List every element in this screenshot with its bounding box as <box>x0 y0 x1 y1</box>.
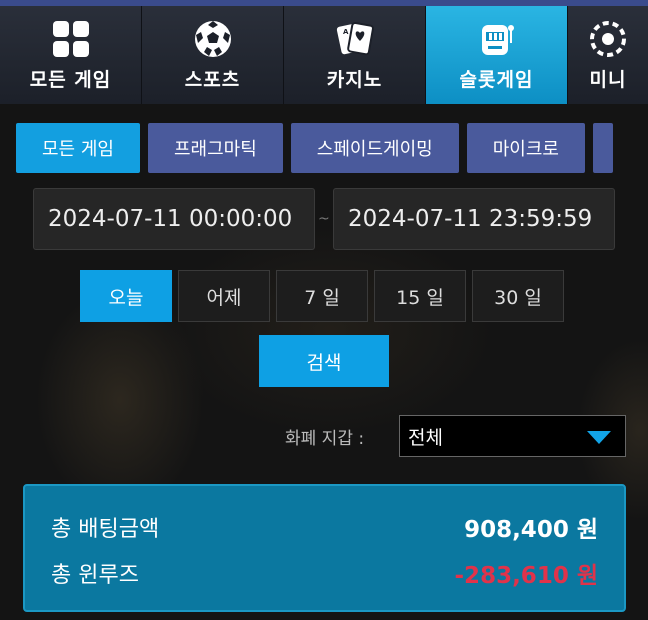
dropdown-arrow-icon <box>587 431 611 444</box>
end-date-input[interactable]: 2024-07-11 23:59:59 <box>333 188 615 250</box>
category-label: 스포츠 <box>184 68 241 91</box>
category-casino[interactable]: A 카지노 <box>284 6 426 104</box>
total-winloss-label: 총 윈루즈 <box>51 563 139 588</box>
category-label: 미니 <box>589 68 627 91</box>
currency-wallet-select[interactable]: 전체 <box>399 415 626 457</box>
category-label: 카지노 <box>326 68 383 91</box>
category-label: 슬롯게임 <box>459 68 534 91</box>
period-today-button[interactable]: 오늘 <box>80 270 172 322</box>
total-winloss-value: -283,610 원 <box>454 563 598 589</box>
vendor-tab-micro[interactable]: 마이크로 <box>466 123 585 173</box>
soccer-ball-icon <box>193 19 233 59</box>
currency-selected-value: 전체 <box>408 426 443 449</box>
start-date-input[interactable]: 2024-07-11 00:00:00 <box>33 188 315 250</box>
currency-wallet-label: 화폐 지갑 : <box>285 429 365 449</box>
summary-panel: 총 배팅금액 908,400 원 총 윈루즈 -283,610 원 <box>23 484 626 612</box>
slot-machine-icon <box>477 19 517 59</box>
period-7days-button[interactable]: 7 일 <box>276 270 368 322</box>
period-15days-button[interactable]: 15 일 <box>374 270 466 322</box>
date-range-separator: ~ <box>318 211 330 227</box>
category-nav: 모든 게임 스포츠 A 카지노 슬롯게임 미니 <box>0 0 648 104</box>
svg-text:A: A <box>343 28 349 36</box>
mini-game-icon <box>588 19 628 59</box>
vendor-tab-all[interactable]: 모든 게임 <box>16 123 140 173</box>
vendor-tab-spadegaming[interactable]: 스페이드게이밍 <box>290 123 459 173</box>
summary-row-total-bet: 총 배팅금액 908,400 원 <box>51 510 598 544</box>
category-slot-games[interactable]: 슬롯게임 <box>426 6 568 104</box>
vendor-tabs: 모든 게임 프래그마틱 스페이드게이밍 마이크로 <box>16 123 613 173</box>
category-sports[interactable]: 스포츠 <box>142 6 284 104</box>
grid-icon <box>51 19 91 59</box>
playing-cards-icon: A <box>335 19 375 59</box>
period-30days-button[interactable]: 30 일 <box>472 270 564 322</box>
vendor-tab-pragmatic[interactable]: 프래그마틱 <box>147 123 283 173</box>
vendor-tab-more[interactable] <box>592 123 613 173</box>
page: 모든 게임 스포츠 A 카지노 슬롯게임 미니 모든 게임 프래그마틱 스페이드… <box>0 0 648 620</box>
search-button[interactable]: 검색 <box>259 335 389 387</box>
total-bet-label: 총 배팅금액 <box>51 517 160 542</box>
period-buttons: 오늘 어제 7 일 15 일 30 일 <box>80 270 564 322</box>
period-yesterday-button[interactable]: 어제 <box>178 270 270 322</box>
summary-row-total-winloss: 총 윈루즈 -283,610 원 <box>51 556 598 590</box>
total-bet-value: 908,400 원 <box>464 517 598 543</box>
category-mini[interactable]: 미니 <box>568 6 648 104</box>
category-all-games[interactable]: 모든 게임 <box>0 6 142 104</box>
category-label: 모든 게임 <box>29 68 112 91</box>
